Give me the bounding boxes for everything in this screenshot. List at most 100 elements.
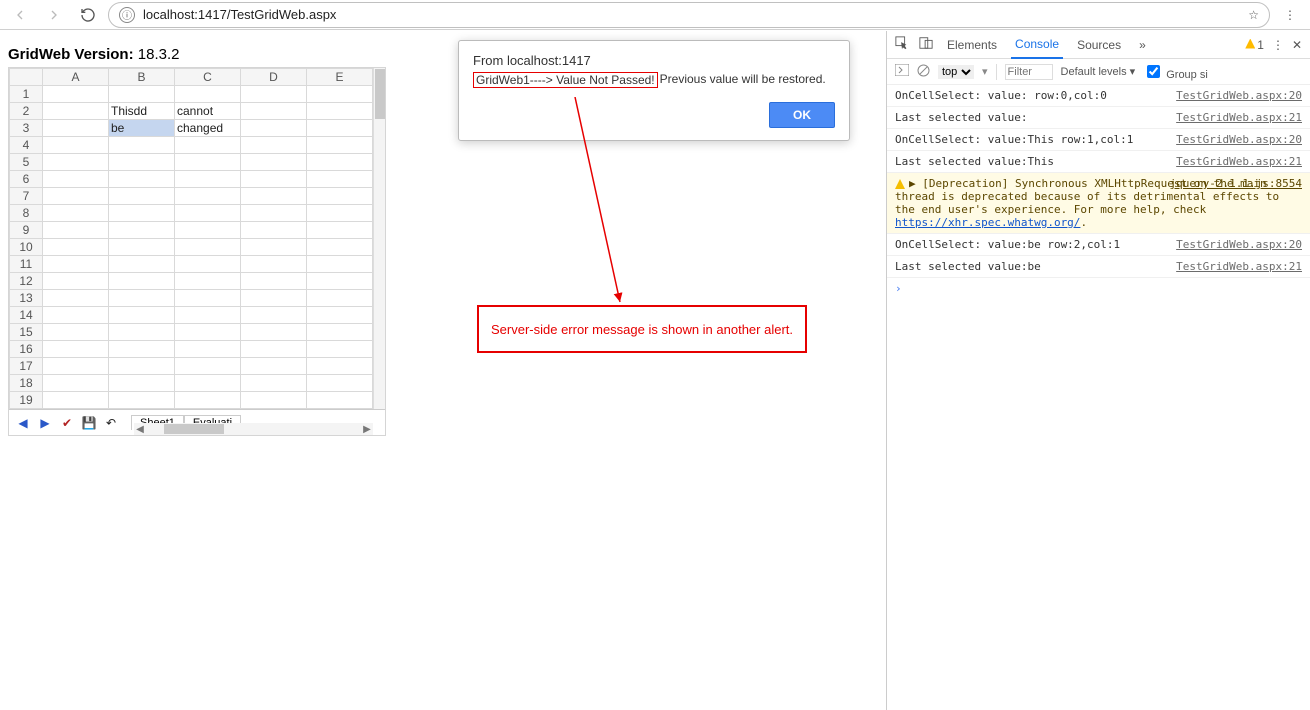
- row-header[interactable]: 9: [10, 222, 43, 239]
- console-log-entry[interactable]: OnCellSelect: value: row:0,col:0TestGrid…: [887, 85, 1310, 107]
- cell-A7[interactable]: [43, 188, 109, 205]
- log-source-link[interactable]: TestGridWeb.aspx:20: [1176, 238, 1302, 251]
- row-header[interactable]: 7: [10, 188, 43, 205]
- row-header[interactable]: 6: [10, 171, 43, 188]
- log-source-link[interactable]: TestGridWeb.aspx:21: [1176, 111, 1302, 124]
- cell-B1[interactable]: [109, 86, 175, 103]
- cell-E15[interactable]: [307, 324, 373, 341]
- console-sidebar-icon[interactable]: [895, 64, 909, 79]
- cell-E19[interactable]: [307, 392, 373, 409]
- bookmark-icon[interactable]: ☆: [1248, 8, 1259, 22]
- cell-C6[interactable]: [175, 171, 241, 188]
- row-header[interactable]: 4: [10, 137, 43, 154]
- context-selector[interactable]: top: [938, 65, 974, 79]
- cell-C3[interactable]: changed: [175, 120, 241, 137]
- cell-B14[interactable]: [109, 307, 175, 324]
- cell-A14[interactable]: [43, 307, 109, 324]
- cell-B11[interactable]: [109, 256, 175, 273]
- cell-B13[interactable]: [109, 290, 175, 307]
- row-header[interactable]: 17: [10, 358, 43, 375]
- cell-D13[interactable]: [241, 290, 307, 307]
- cell-A10[interactable]: [43, 239, 109, 256]
- cell-D5[interactable]: [241, 154, 307, 171]
- row-header[interactable]: 8: [10, 205, 43, 222]
- tab-elements[interactable]: Elements: [943, 32, 1001, 58]
- cell-B8[interactable]: [109, 205, 175, 222]
- cell-E16[interactable]: [307, 341, 373, 358]
- cell-A2[interactable]: [43, 103, 109, 120]
- cell-E2[interactable]: [307, 103, 373, 120]
- cell-D18[interactable]: [241, 375, 307, 392]
- cell-B9[interactable]: [109, 222, 175, 239]
- cell-A6[interactable]: [43, 171, 109, 188]
- cell-C8[interactable]: [175, 205, 241, 222]
- row-header[interactable]: 19: [10, 392, 43, 409]
- cell-B6[interactable]: [109, 171, 175, 188]
- cell-D19[interactable]: [241, 392, 307, 409]
- cell-E5[interactable]: [307, 154, 373, 171]
- cell-D6[interactable]: [241, 171, 307, 188]
- cell-A4[interactable]: [43, 137, 109, 154]
- console-log-entry[interactable]: Last selected value:ThisTestGridWeb.aspx…: [887, 151, 1310, 173]
- tab-sources[interactable]: Sources: [1073, 32, 1125, 58]
- cell-C11[interactable]: [175, 256, 241, 273]
- row-header[interactable]: 16: [10, 341, 43, 358]
- column-header[interactable]: E: [307, 69, 373, 86]
- column-header[interactable]: C: [175, 69, 241, 86]
- row-header[interactable]: 2: [10, 103, 43, 120]
- cell-E3[interactable]: [307, 120, 373, 137]
- next-sheet-button[interactable]: ▶: [37, 415, 53, 431]
- cell-A18[interactable]: [43, 375, 109, 392]
- cell-B2[interactable]: Thisdd: [109, 103, 175, 120]
- address-bar[interactable]: ⓘ ☆: [108, 2, 1270, 28]
- cell-A11[interactable]: [43, 256, 109, 273]
- row-header[interactable]: 11: [10, 256, 43, 273]
- cell-D12[interactable]: [241, 273, 307, 290]
- cell-C9[interactable]: [175, 222, 241, 239]
- cell-D17[interactable]: [241, 358, 307, 375]
- cell-E13[interactable]: [307, 290, 373, 307]
- row-header[interactable]: 15: [10, 324, 43, 341]
- column-header[interactable]: A: [43, 69, 109, 86]
- cell-E8[interactable]: [307, 205, 373, 222]
- cell-A12[interactable]: [43, 273, 109, 290]
- column-header[interactable]: D: [241, 69, 307, 86]
- log-levels-dropdown[interactable]: Default levels ▾: [1061, 65, 1136, 78]
- cell-C13[interactable]: [175, 290, 241, 307]
- cell-B12[interactable]: [109, 273, 175, 290]
- console-filter-input[interactable]: [1005, 64, 1053, 80]
- cell-C14[interactable]: [175, 307, 241, 324]
- cell-C1[interactable]: [175, 86, 241, 103]
- cell-C10[interactable]: [175, 239, 241, 256]
- row-header[interactable]: 1: [10, 86, 43, 103]
- console-prompt[interactable]: ›: [887, 278, 1310, 299]
- hscroll-left-icon[interactable]: ◀: [134, 423, 146, 435]
- console-warning[interactable]: ▶ [Deprecation] Synchronous XMLHttpReque…: [887, 173, 1310, 234]
- tab-console[interactable]: Console: [1011, 31, 1063, 59]
- forward-button[interactable]: [40, 1, 68, 29]
- back-button[interactable]: [6, 1, 34, 29]
- cell-E18[interactable]: [307, 375, 373, 392]
- cell-D10[interactable]: [241, 239, 307, 256]
- cell-B16[interactable]: [109, 341, 175, 358]
- row-header[interactable]: 13: [10, 290, 43, 307]
- log-source-link[interactable]: TestGridWeb.aspx:20: [1176, 133, 1302, 146]
- cell-A8[interactable]: [43, 205, 109, 222]
- row-header[interactable]: 12: [10, 273, 43, 290]
- row-header[interactable]: 10: [10, 239, 43, 256]
- cell-D1[interactable]: [241, 86, 307, 103]
- site-info-icon[interactable]: ⓘ: [119, 7, 135, 23]
- cell-E6[interactable]: [307, 171, 373, 188]
- commit-button[interactable]: ✔: [59, 415, 75, 431]
- cell-A3[interactable]: [43, 120, 109, 137]
- console-log-area[interactable]: OnCellSelect: value: row:0,col:0TestGrid…: [887, 85, 1310, 710]
- console-log-entry[interactable]: Last selected value:TestGridWeb.aspx:21: [887, 107, 1310, 129]
- inspect-element-icon[interactable]: [895, 36, 909, 53]
- row-header[interactable]: 18: [10, 375, 43, 392]
- cell-E1[interactable]: [307, 86, 373, 103]
- console-log-entry[interactable]: OnCellSelect: value:This row:1,col:1Test…: [887, 129, 1310, 151]
- clear-console-icon[interactable]: [917, 64, 930, 80]
- cell-C15[interactable]: [175, 324, 241, 341]
- cell-A5[interactable]: [43, 154, 109, 171]
- log-source-link[interactable]: TestGridWeb.aspx:20: [1176, 89, 1302, 102]
